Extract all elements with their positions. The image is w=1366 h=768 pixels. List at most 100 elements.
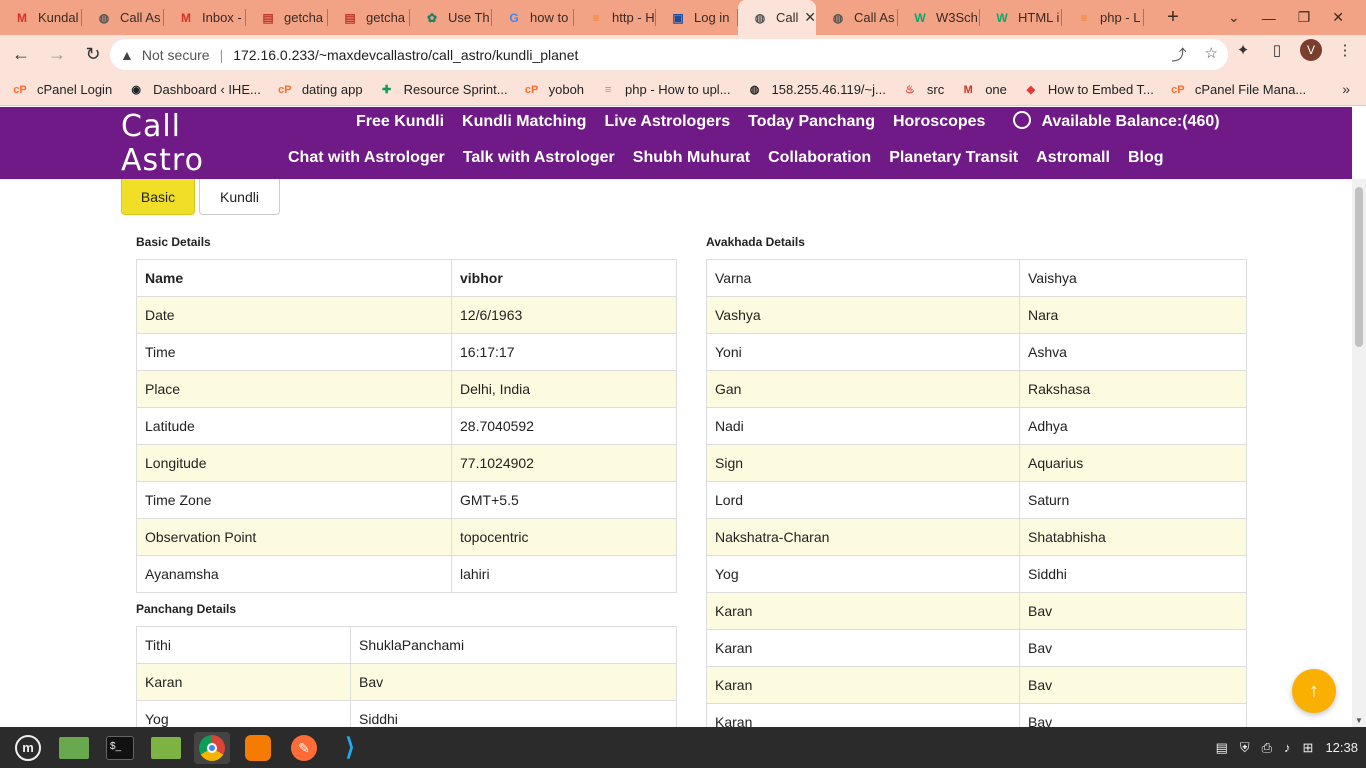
- star-icon[interactable]: ☆: [1205, 44, 1218, 65]
- bookmark-favicon-icon: M: [963, 83, 973, 96]
- share-icon[interactable]: ⤴: [1172, 44, 1187, 65]
- menu-chat-astrologer[interactable]: Chat with Astrologer: [288, 149, 445, 167]
- files-icon[interactable]: [148, 732, 184, 764]
- stackoverflow-icon: ≡: [1080, 10, 1088, 25]
- menu-live-astrologers[interactable]: Live Astrologers: [604, 113, 730, 131]
- side-panel-icon[interactable]: ▯: [1266, 39, 1288, 61]
- warning-icon[interactable]: ▲: [120, 47, 134, 63]
- row-label: Ayanamsha: [136, 555, 452, 593]
- browser-tab[interactable]: M Kundal: [0, 0, 82, 35]
- shield-icon[interactable]: ⛨: [1240, 740, 1250, 756]
- browser-tab[interactable]: M Inbox -: [164, 0, 246, 35]
- row-value: GMT+5.5: [451, 481, 677, 519]
- browser-tab[interactable]: ▤ getcha: [246, 0, 328, 35]
- bookmark-item[interactable]: cP cPanel Login: [12, 82, 112, 98]
- mint-menu-icon[interactable]: m: [10, 732, 46, 764]
- browser-tab[interactable]: Ghow to: [492, 0, 574, 35]
- row-value: 16:17:17: [451, 333, 677, 371]
- back-icon[interactable]: ←: [6, 40, 36, 70]
- printer-icon[interactable]: ⎙: [1262, 740, 1272, 756]
- tab-search-icon[interactable]: ⌄: [1228, 9, 1240, 26]
- network-icon[interactable]: ⊞: [1303, 740, 1314, 756]
- extensions-icon[interactable]: ✦: [1232, 39, 1254, 61]
- scroll-to-top-button[interactable]: ↑: [1292, 669, 1336, 713]
- reload-icon[interactable]: ↻: [78, 40, 108, 70]
- more-bookmarks-icon[interactable]: »: [1342, 81, 1350, 97]
- profile-avatar[interactable]: V: [1300, 39, 1322, 61]
- restore-icon[interactable]: ❐: [1298, 9, 1311, 26]
- url-text[interactable]: 172.16.0.233/~maxdevcallastro/call_astro…: [233, 47, 578, 63]
- forward-icon[interactable]: →: [42, 40, 72, 70]
- basic-tab-button[interactable]: Basic: [121, 179, 195, 215]
- scroll-down-arrow-icon[interactable]: ▼: [1355, 716, 1363, 725]
- bookmark-item[interactable]: cP dating app: [277, 82, 362, 98]
- menu-talk-astrologer[interactable]: Talk with Astrologer: [463, 149, 615, 167]
- minimize-icon[interactable]: —: [1262, 10, 1276, 26]
- row-label: Sign: [706, 444, 1020, 482]
- menu-shubh-muhurat[interactable]: Shubh Muhurat: [633, 149, 750, 167]
- panchang-details-table: Tithi ShuklaPanchami Karan Bav Yog Siddhi: [136, 626, 677, 727]
- bookmark-item[interactable]: ◍ 158.255.46.119/~j...: [747, 82, 886, 98]
- row-value: Saturn: [1019, 481, 1247, 519]
- clipboard-icon[interactable]: ▤: [1216, 740, 1228, 756]
- menu-kebab-icon[interactable]: ⋮: [1334, 39, 1356, 61]
- browser-tab[interactable]: ▤ getcha: [328, 0, 410, 35]
- browser-tab[interactable]: ✿ Use Th: [410, 0, 492, 35]
- bookmark-item[interactable]: ♨ src: [902, 82, 944, 98]
- show-desktop-icon[interactable]: [56, 732, 92, 764]
- browser-tab[interactable]: ≡ http - H: [574, 0, 656, 35]
- security-label[interactable]: Not secure: [142, 47, 210, 63]
- bookmark-label: Dashboard ‹ IHE...: [153, 82, 261, 97]
- menu-planetary-transit[interactable]: Planetary Transit: [889, 149, 1018, 167]
- browser-tab[interactable]: ≡ php - L: [1062, 0, 1144, 35]
- menu-kundli-matching[interactable]: Kundli Matching: [462, 113, 586, 131]
- balance-link[interactable]: Available Balance:(460): [1013, 111, 1237, 131]
- postman-icon[interactable]: ✎: [286, 732, 322, 764]
- volume-icon[interactable]: ♪: [1284, 740, 1291, 755]
- kundli-tab-button[interactable]: Kundli: [199, 179, 280, 215]
- table-row: Karan Bav: [706, 592, 1247, 630]
- tab-title: Kundal: [38, 10, 79, 25]
- bookmark-item[interactable]: Mone: [960, 82, 1007, 98]
- new-tab-button[interactable]: +: [1158, 6, 1188, 29]
- menu-collaboration[interactable]: Collaboration: [768, 149, 871, 167]
- bookmark-item[interactable]: ◆ How to Embed T...: [1023, 82, 1154, 98]
- browser-tab[interactable]: ◍ Call As: [816, 0, 898, 35]
- menu-horoscopes[interactable]: Horoscopes: [893, 113, 985, 131]
- browser-tab[interactable]: W HTML i: [980, 0, 1062, 35]
- browser-tab[interactable]: ▣ Log in: [656, 0, 738, 35]
- menu-today-panchang[interactable]: Today Panchang: [748, 113, 875, 131]
- stackoverflow-icon: ≡: [592, 10, 600, 25]
- table-row: Time Zone GMT+5.5: [136, 481, 677, 519]
- browser-tab[interactable]: ◍ Call ✕: [738, 0, 816, 35]
- clock[interactable]: 12:38: [1325, 740, 1358, 755]
- site-logo[interactable]: Call Astro: [121, 110, 204, 178]
- close-window-icon[interactable]: ✕: [1332, 9, 1344, 26]
- browser-tab[interactable]: W W3Sch: [898, 0, 980, 35]
- menu-astromall[interactable]: Astromall: [1036, 149, 1110, 167]
- tab-title: Call: [776, 10, 799, 25]
- page-content: Basic Kundli Basic Details Name vibhor Dat…: [0, 179, 1352, 727]
- address-bar[interactable]: ▲ Not secure | 172.16.0.233/~maxdevcalla…: [110, 39, 1228, 70]
- bookmark-label: Resource Sprint...: [403, 82, 508, 97]
- menu-free-kundli[interactable]: Free Kundli: [356, 113, 444, 131]
- tab-title: getcha: [284, 10, 324, 25]
- row-value: 28.7040592: [451, 407, 677, 445]
- address-separator: |: [219, 46, 224, 63]
- scrollbar-thumb[interactable]: [1355, 187, 1363, 347]
- table-row: Time 16:17:17: [136, 333, 677, 371]
- bookmark-item[interactable]: cP yoboh: [524, 82, 584, 98]
- globe-icon: ◍: [832, 10, 844, 25]
- firefox-icon[interactable]: [240, 732, 276, 764]
- bookmark-item[interactable]: ≡ php - How to upl...: [600, 82, 731, 98]
- close-tab-icon[interactable]: ✕: [804, 9, 816, 26]
- terminal-icon[interactable]: $_: [102, 732, 138, 764]
- chrome-icon[interactable]: [194, 731, 230, 764]
- bookmark-item[interactable]: ◉ Dashboard ‹ IHE...: [128, 82, 261, 98]
- browser-tab[interactable]: ◍ Call As: [82, 0, 164, 35]
- vscode-icon[interactable]: ⟩: [332, 732, 368, 764]
- menu-blog[interactable]: Blog: [1128, 149, 1164, 167]
- bookmark-item[interactable]: ✚ Resource Sprint...: [379, 82, 508, 98]
- page-scrollbar[interactable]: ▼: [1352, 179, 1366, 727]
- bookmark-item[interactable]: cP cPanel File Mana...: [1170, 82, 1306, 98]
